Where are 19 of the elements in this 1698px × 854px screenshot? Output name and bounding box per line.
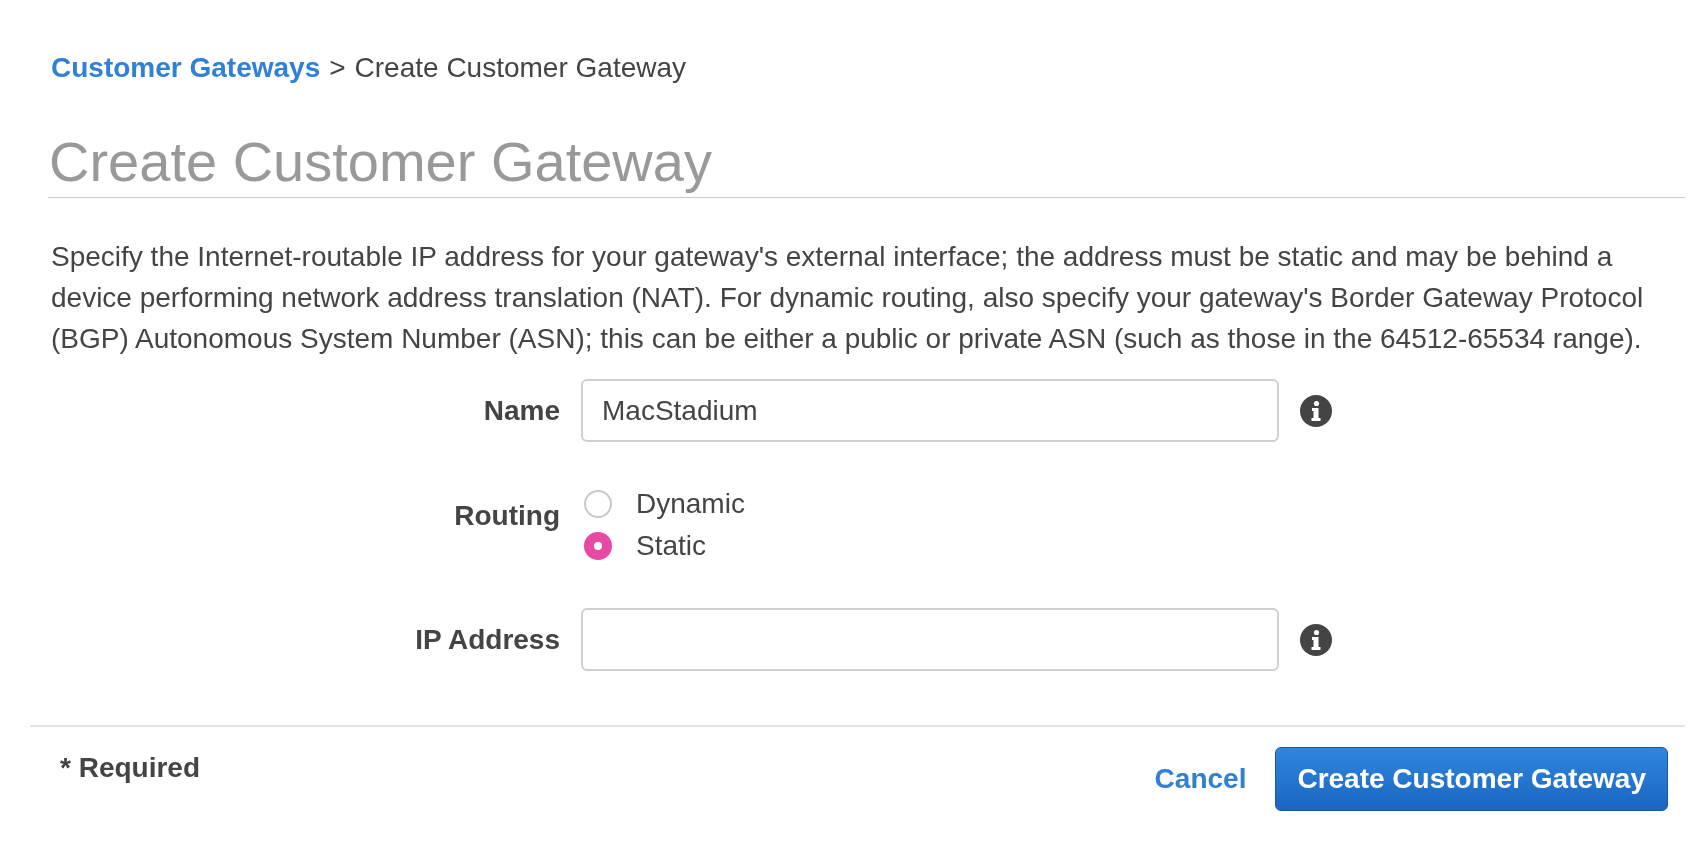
- field-label: Routing: [454, 500, 560, 532]
- radio-label: Static: [636, 530, 707, 562]
- radio-button[interactable]: [584, 490, 612, 518]
- text-input-field[interactable]: MacStadium: [581, 379, 1279, 442]
- field-label: IP Address: [415, 623, 560, 656]
- radio-label: Dynamic: [636, 488, 745, 520]
- cancel-link[interactable]: Cancel: [1154, 763, 1247, 795]
- info-icon[interactable]: [1300, 623, 1332, 656]
- page-title: Create Customer Gateway: [48, 130, 712, 194]
- breadcrumb-link[interactable]: Customer Gateways: [51, 52, 321, 84]
- field-label: Name: [483, 394, 560, 427]
- description-text: Specify the Internet-routable IP address for your gateway's external interface; the address must be static and may be behind a device performing network address translation (NAT). For dynamic routing, also specify your gateway's Border Gateway Protocol (BGP) Autonomous System Number (ASN); this can be either a public or private ASN (such as those in the 64512-65534 range).: [51, 240, 1645, 356]
- breadcrumb-separator: >: [329, 52, 346, 84]
- breadcrumb-current: Create Customer Gateway: [354, 52, 687, 84]
- create-gateway-button[interactable]: Create Customer Gateway: [1275, 747, 1668, 811]
- radio-button[interactable]: [584, 532, 612, 560]
- info-icon[interactable]: [1300, 394, 1332, 427]
- required-note: * Required: [60, 752, 201, 784]
- text-input-field[interactable]: [581, 608, 1279, 671]
